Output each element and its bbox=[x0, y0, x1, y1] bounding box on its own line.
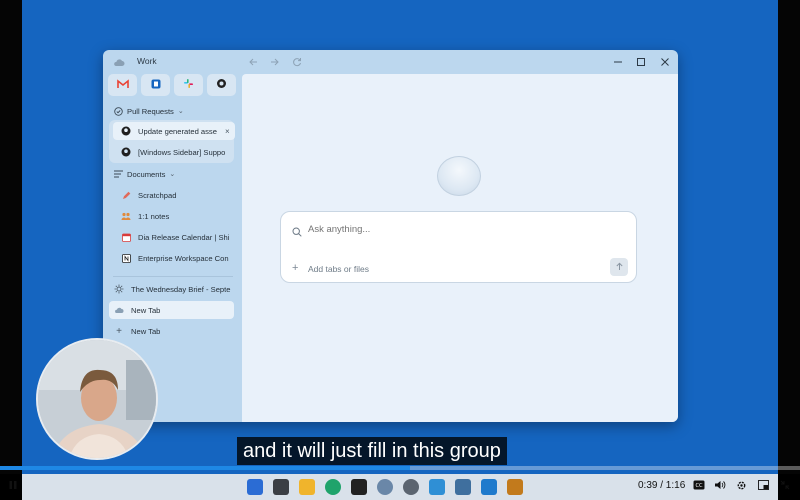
chevron-down-icon: ⌄ bbox=[177, 108, 184, 115]
send-button[interactable] bbox=[610, 258, 628, 276]
calendar-icon bbox=[120, 231, 132, 243]
letterbox-right bbox=[778, 0, 800, 474]
sidebar-divider bbox=[113, 276, 233, 277]
window-title: Work bbox=[137, 56, 157, 66]
sidebar-item-doc-2[interactable]: 1:1 notes bbox=[120, 207, 243, 225]
new-tab-label: New Tab bbox=[131, 326, 161, 336]
video-frame: Work Pull Requests ⌄ Update generated as… bbox=[0, 0, 800, 500]
plus-icon[interactable]: + bbox=[292, 262, 298, 274]
chevron-down-icon: ⌄ bbox=[169, 171, 176, 178]
forward-arrow-icon[interactable] bbox=[268, 55, 282, 69]
app-icon[interactable] bbox=[429, 479, 445, 495]
app-icon[interactable] bbox=[455, 479, 471, 495]
sidebar-item-label: Update generated asse bbox=[138, 126, 217, 136]
github-icon bbox=[120, 146, 132, 158]
close-icon[interactable] bbox=[658, 55, 672, 69]
slack-tile[interactable] bbox=[174, 74, 203, 96]
start-icon[interactable] bbox=[247, 479, 263, 495]
new-tab-button[interactable]: + New Tab bbox=[113, 322, 236, 340]
sidebar-item-label: Enterprise Workspace Con bbox=[138, 253, 229, 263]
gmail-tile[interactable] bbox=[108, 74, 137, 96]
subtitle-caption: and it will just fill in this group bbox=[237, 437, 507, 465]
exit-fullscreen-icon[interactable] bbox=[780, 480, 790, 490]
app-icon[interactable] bbox=[507, 479, 523, 495]
pencil-icon bbox=[120, 189, 132, 201]
tab-label: The Wednesday Brief - Septe bbox=[131, 284, 231, 294]
captions-button[interactable]: CC bbox=[693, 480, 705, 490]
dia-logo-icon bbox=[437, 156, 481, 196]
ask-anything-box[interactable]: + Add tabs or files bbox=[280, 211, 637, 283]
blue-app-tile[interactable] bbox=[141, 74, 170, 96]
edge-icon[interactable] bbox=[325, 479, 341, 495]
letterbox-left bbox=[0, 0, 22, 474]
list-icon bbox=[113, 169, 123, 179]
documents-header[interactable]: Documents ⌄ bbox=[113, 167, 175, 181]
sidebar-item-label: [Windows Sidebar] Suppo bbox=[138, 147, 226, 157]
check-circle-icon bbox=[113, 106, 123, 116]
sidebar-item-label: Dia Release Calendar | Shi bbox=[138, 232, 230, 242]
picture-in-picture-icon[interactable] bbox=[758, 480, 769, 490]
maximize-icon[interactable] bbox=[634, 55, 648, 69]
ask-anything-input[interactable] bbox=[308, 220, 618, 238]
slack-icon bbox=[183, 76, 194, 94]
settings-icon[interactable] bbox=[403, 479, 419, 495]
title-bar: Work bbox=[103, 50, 678, 74]
add-tabs-or-files-label[interactable]: Add tabs or files bbox=[308, 264, 369, 274]
pull-requests-label: Pull Requests bbox=[127, 106, 174, 116]
settings-gear-icon[interactable] bbox=[736, 480, 747, 491]
vscode-icon[interactable] bbox=[481, 479, 497, 495]
webcam-overlay bbox=[36, 338, 158, 460]
pause-button[interactable] bbox=[8, 480, 18, 490]
sun-icon bbox=[113, 283, 125, 295]
search-icon bbox=[292, 224, 302, 242]
tab-label: New Tab bbox=[131, 305, 161, 315]
sidebar-item-pr-2[interactable]: [Windows Sidebar] Suppo bbox=[120, 143, 243, 161]
github-icon bbox=[120, 125, 132, 137]
file-explorer-icon[interactable] bbox=[299, 479, 315, 495]
volume-icon[interactable] bbox=[714, 480, 726, 490]
cloud-icon bbox=[112, 55, 126, 69]
video-progress-fill bbox=[0, 466, 411, 470]
sidebar-item-doc-4[interactable]: Enterprise Workspace Con bbox=[120, 249, 243, 267]
tab-wednesday-brief[interactable]: The Wednesday Brief - Septe bbox=[113, 280, 236, 298]
arrow-up-icon bbox=[615, 258, 624, 276]
people-icon bbox=[120, 210, 132, 222]
cloud-icon bbox=[113, 304, 125, 316]
app-icon bbox=[151, 76, 161, 94]
sidebar-item-doc-3[interactable]: Dia Release Calendar | Shi bbox=[120, 228, 243, 246]
plus-icon: + bbox=[116, 325, 122, 337]
sidebar-item-doc-1[interactable]: Scratchpad bbox=[120, 186, 243, 204]
documents-label: Documents bbox=[127, 169, 166, 179]
task-view-icon[interactable] bbox=[273, 479, 289, 495]
reload-icon[interactable] bbox=[290, 55, 304, 69]
minimize-icon[interactable] bbox=[611, 55, 625, 69]
sidebar-item-pr-1[interactable]: Update generated asse × bbox=[113, 122, 235, 140]
video-time: 0:39 / 1:16 bbox=[638, 480, 686, 491]
back-arrow-icon[interactable] bbox=[246, 55, 260, 69]
github-icon bbox=[216, 76, 227, 94]
github-tile[interactable] bbox=[207, 74, 236, 96]
video-progress-bar[interactable] bbox=[0, 466, 800, 470]
pull-requests-header[interactable]: Pull Requests ⌄ bbox=[113, 104, 184, 118]
svg-text:CC: CC bbox=[696, 483, 703, 489]
sidebar-item-label: Scratchpad bbox=[138, 190, 177, 200]
sidebar-item-label: 1:1 notes bbox=[138, 211, 170, 221]
close-tab-icon[interactable]: × bbox=[225, 127, 230, 136]
notion-icon bbox=[120, 252, 132, 264]
dia-browser-icon[interactable] bbox=[377, 479, 393, 495]
gmail-icon bbox=[116, 76, 129, 94]
tab-new-tab-active[interactable]: New Tab bbox=[109, 301, 234, 319]
terminal-icon[interactable] bbox=[351, 479, 367, 495]
